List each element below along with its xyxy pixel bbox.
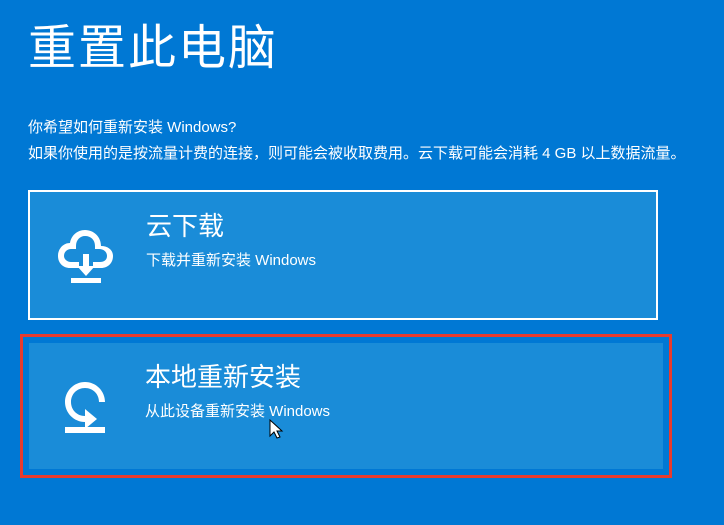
- warning-text: 如果你使用的是按流量计费的连接，则可能会被收取费用。云下载可能会消耗 4 GB …: [28, 142, 696, 166]
- option-local-desc: 从此设备重新安装 Windows: [145, 400, 330, 421]
- cloud-download-icon: [30, 192, 142, 318]
- page-title: 重置此电脑: [28, 8, 696, 78]
- option-cloud-download[interactable]: 云下载 下载并重新安装 Windows: [28, 190, 658, 320]
- option-local-title: 本地重新安装: [145, 357, 330, 394]
- local-reinstall-icon: [29, 343, 141, 469]
- option-cloud-title: 云下载: [146, 206, 316, 243]
- option-cloud-desc: 下载并重新安装 Windows: [146, 249, 316, 270]
- question-text: 你希望如何重新安装 Windows?: [28, 116, 696, 140]
- annotation-highlight: 本地重新安装 从此设备重新安装 Windows: [20, 334, 672, 478]
- option-local-reinstall[interactable]: 本地重新安装 从此设备重新安装 Windows: [29, 343, 663, 469]
